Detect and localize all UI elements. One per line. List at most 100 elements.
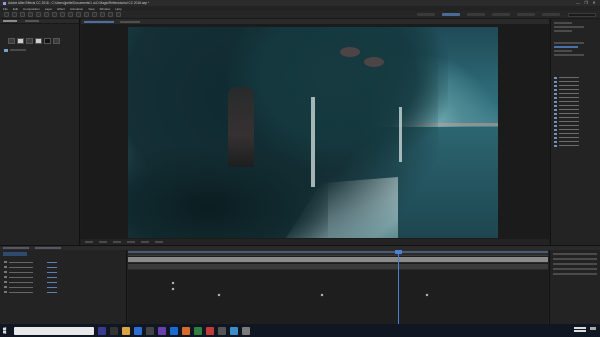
home-icon[interactable] — [4, 12, 9, 17]
workspace-tab[interactable] — [417, 13, 435, 16]
effect-item[interactable] — [554, 112, 597, 115]
layer-value[interactable] — [47, 291, 57, 293]
notification-icon[interactable] — [590, 327, 596, 330]
app-icon[interactable] — [218, 326, 226, 335]
keyframe[interactable] — [320, 293, 324, 297]
thumbnail[interactable] — [53, 38, 60, 44]
layer-row[interactable] — [0, 290, 127, 294]
thumbnail[interactable] — [44, 38, 51, 44]
layer-row[interactable] — [0, 280, 127, 284]
workspace-tab[interactable] — [542, 13, 560, 16]
layer-duration-bar[interactable] — [128, 264, 548, 270]
effect-item[interactable] — [554, 144, 597, 147]
effect-item[interactable] — [554, 136, 597, 139]
keyframe[interactable] — [171, 281, 175, 285]
tab-effect-controls[interactable] — [25, 20, 39, 22]
eye-icon[interactable] — [4, 291, 7, 293]
layer-value[interactable] — [47, 261, 57, 263]
tab-timeline-comp[interactable] — [3, 247, 29, 249]
eye-icon[interactable] — [4, 286, 7, 288]
illustrator-icon[interactable] — [182, 326, 190, 335]
effect-item[interactable] — [554, 128, 597, 131]
eye-icon[interactable] — [4, 261, 7, 263]
type-icon[interactable] — [76, 12, 81, 17]
pen-icon[interactable] — [68, 12, 73, 17]
workspace-tab[interactable] — [517, 13, 535, 16]
time-ruler[interactable] — [128, 250, 548, 256]
current-time-indicator[interactable] — [398, 250, 399, 325]
eye-icon[interactable] — [4, 266, 7, 268]
effect-item[interactable] — [554, 80, 597, 83]
clone-stamp-icon[interactable] — [92, 12, 97, 17]
composition-canvas[interactable] — [128, 27, 498, 238]
workspace-tab[interactable] — [492, 13, 510, 16]
taskbar-search-box[interactable] — [14, 326, 94, 335]
effect-item[interactable] — [554, 108, 597, 111]
menu-composition[interactable]: Composition — [23, 7, 40, 11]
effect-item[interactable] — [554, 100, 597, 103]
channel-toggle[interactable] — [127, 241, 135, 243]
tab-composition[interactable] — [84, 20, 114, 23]
workspace-tab-active[interactable] — [442, 13, 460, 16]
brush-icon[interactable] — [84, 12, 89, 17]
layer-value[interactable] — [47, 271, 57, 273]
menu-edit[interactable]: Edit — [13, 7, 18, 11]
premiere-icon[interactable] — [158, 326, 166, 335]
tab-project[interactable] — [3, 20, 17, 22]
menu-animation[interactable]: Animation — [70, 7, 83, 11]
search-help-input[interactable] — [568, 13, 596, 17]
layer-duration-bar[interactable] — [128, 257, 548, 263]
hand-icon[interactable] — [20, 12, 25, 17]
layer-row[interactable] — [0, 285, 127, 289]
effect-item[interactable] — [554, 96, 597, 99]
store-icon[interactable] — [146, 326, 154, 335]
layer-row[interactable] — [0, 265, 127, 269]
menu-help[interactable]: Help — [115, 7, 121, 11]
eye-icon[interactable] — [4, 276, 7, 278]
effect-item[interactable] — [554, 116, 597, 119]
thumbnail[interactable] — [17, 38, 24, 44]
eye-icon[interactable] — [4, 271, 7, 273]
effect-item[interactable] — [554, 104, 597, 107]
rotate-icon[interactable] — [36, 12, 41, 17]
work-area-bar[interactable] — [128, 251, 548, 253]
menu-file[interactable]: File — [3, 7, 8, 11]
keyframe[interactable] — [217, 293, 221, 297]
workspace-tab[interactable] — [467, 13, 485, 16]
effect-item[interactable] — [554, 124, 597, 127]
taskbar-clock[interactable] — [574, 326, 586, 334]
thumbnail[interactable] — [8, 38, 15, 44]
resolution-dropdown[interactable] — [99, 241, 107, 243]
windows-start-icon[interactable] — [3, 327, 7, 334]
effect-item[interactable] — [554, 76, 597, 79]
task-view-icon[interactable] — [110, 326, 118, 335]
file-explorer-icon[interactable] — [122, 326, 130, 335]
menu-layer[interactable]: Layer — [45, 7, 53, 11]
views-dropdown[interactable] — [155, 241, 163, 243]
app-icon[interactable] — [230, 326, 238, 335]
thumbnail[interactable] — [26, 38, 33, 44]
pan-behind-icon[interactable] — [52, 12, 57, 17]
camera-icon[interactable] — [44, 12, 49, 17]
tab-render-queue[interactable] — [35, 247, 61, 249]
menu-view[interactable]: View — [88, 7, 94, 11]
menu-window[interactable]: Window — [100, 7, 111, 11]
layer-value[interactable] — [47, 286, 57, 288]
effect-item[interactable] — [554, 84, 597, 87]
layer-value[interactable] — [47, 276, 57, 278]
eye-icon[interactable] — [4, 281, 7, 283]
zoom-dropdown[interactable] — [85, 241, 93, 243]
thumbnail[interactable] — [35, 38, 42, 44]
app-icon[interactable] — [242, 326, 250, 335]
app-icon[interactable] — [206, 326, 214, 335]
effect-item[interactable] — [554, 132, 597, 135]
project-item[interactable] — [4, 48, 75, 52]
layer-value[interactable] — [47, 281, 57, 283]
puppet-pin-icon[interactable] — [116, 12, 121, 17]
zoom-icon[interactable] — [28, 12, 33, 17]
photoshop-icon[interactable] — [170, 326, 178, 335]
effect-item[interactable] — [554, 88, 597, 91]
layer-row[interactable] — [0, 270, 127, 274]
after-effects-icon[interactable] — [98, 326, 106, 335]
app-icon[interactable] — [194, 326, 202, 335]
